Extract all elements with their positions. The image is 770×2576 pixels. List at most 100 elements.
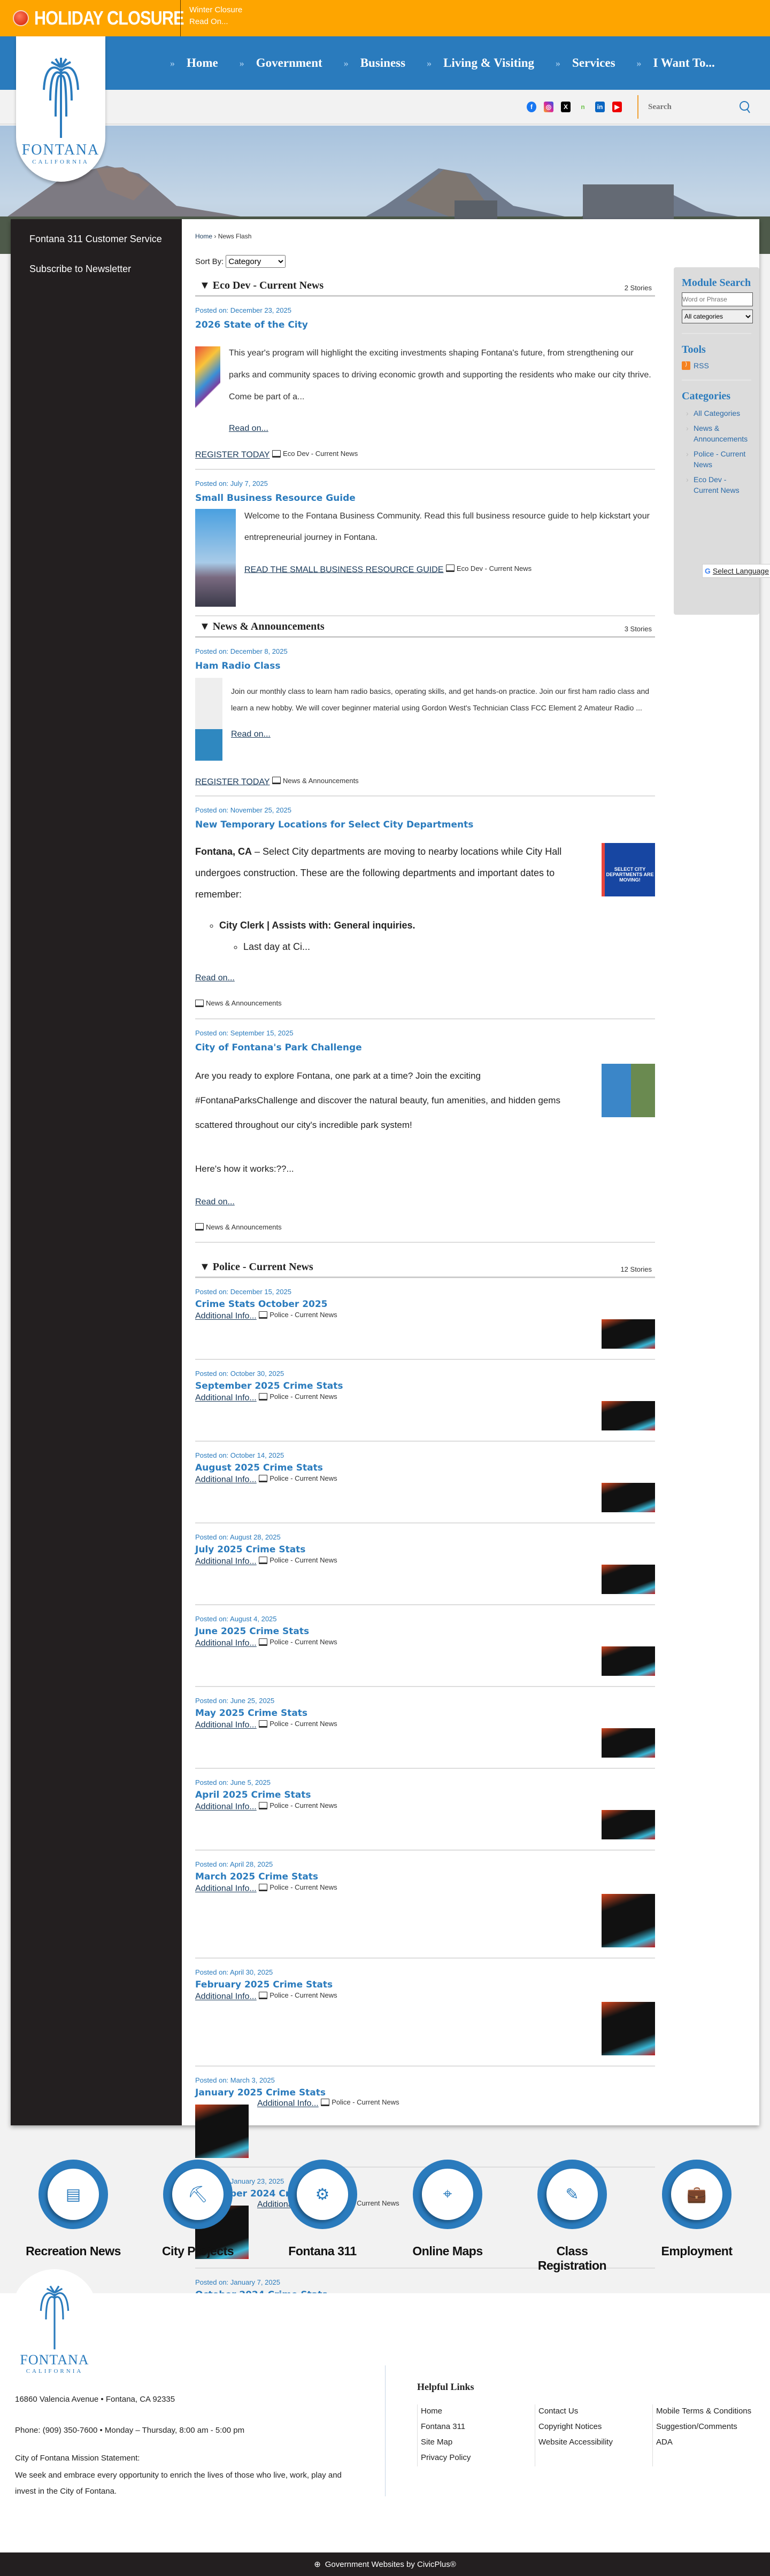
police-report-thumbnail[interactable] (602, 1401, 655, 1430)
category-link[interactable]: Police - Current News (682, 448, 751, 470)
instagram-icon[interactable]: ◎ (544, 102, 553, 112)
nav-item[interactable]: » Business (344, 56, 405, 70)
additional-info-link[interactable]: Additional Info... (195, 1803, 257, 1812)
additional-info-link[interactable]: Additional Info... (195, 1475, 257, 1484)
ham-radio-thumbnail[interactable] (195, 677, 222, 761)
footer-link[interactable]: Contact Us (538, 2404, 652, 2418)
police-report-thumbnail[interactable] (602, 1894, 655, 1947)
news-title-link[interactable]: January 2025 Crime Stats (195, 2087, 655, 2098)
civicplus-credit[interactable]: ⊕ Government Websites by CivicPlus® (0, 2552, 770, 2576)
category-filter-select[interactable]: All categories (682, 310, 753, 323)
quick-link[interactable]: ✎ Class Registration (524, 2160, 620, 2273)
register-today-link[interactable]: REGISTER TODAY (195, 777, 270, 786)
quick-link[interactable]: 💼 Employment (649, 2160, 745, 2258)
youtube-icon[interactable]: ▶ (612, 102, 622, 112)
footer-link[interactable]: Website Accessibility (538, 2435, 652, 2449)
police-report-thumbnail[interactable] (602, 1646, 655, 1676)
police-report-thumbnail[interactable] (602, 2002, 655, 2055)
news-title-link[interactable]: March 2025 Crime Stats (195, 1871, 655, 1882)
search-icon[interactable] (739, 100, 751, 113)
read-on-link[interactable]: Read on... (231, 730, 271, 739)
business-guide-thumbnail[interactable] (195, 508, 236, 607)
additional-info-link[interactable]: Additional Info... (195, 1884, 257, 1893)
module-search-input[interactable] (682, 292, 753, 306)
additional-info-link[interactable]: Additional Info... (195, 1312, 257, 1321)
site-logo[interactable]: FONTANA CALIFORNIA (16, 36, 105, 182)
breadcrumb-home[interactable]: Home (195, 233, 212, 240)
news-title-link[interactable]: Ham Radio Class (195, 661, 655, 671)
category-link[interactable]: Eco Dev - Current News (682, 474, 751, 496)
sort-select[interactable]: Category (226, 255, 286, 268)
footer-link[interactable]: Site Map (421, 2435, 535, 2449)
park-challenge-thumbnail[interactable] (602, 1063, 655, 1117)
footer-link[interactable]: Home (421, 2404, 535, 2418)
news-title-link[interactable]: September 2025 Crime Stats (195, 1381, 655, 1391)
news-title-link[interactable]: 2026 State of the City (195, 320, 655, 330)
footer-link[interactable]: ADA (656, 2435, 770, 2449)
nav-item[interactable]: » Government (240, 56, 322, 70)
post-date: Posted on: June 5, 2025 (195, 1778, 271, 1786)
alert-message[interactable]: Winter Closure Read On... (189, 4, 242, 28)
news-title-link[interactable]: Small Business Resource Guide (195, 493, 655, 504)
nav-item[interactable]: » Home (170, 56, 218, 70)
category-header-eco-dev[interactable]: ▼ Eco Dev - Current News 2 Stories (195, 280, 655, 297)
quick-link[interactable]: ⌖ Online Maps (399, 2160, 496, 2258)
news-title-link[interactable]: May 2025 Crime Stats (195, 1708, 655, 1719)
category-header-news[interactable]: ▼ News & Announcements 3 Stories (195, 621, 655, 638)
footer-link[interactable]: Mobile Terms & Conditions (656, 2404, 770, 2418)
nav-item[interactable]: » I Want To... (637, 56, 715, 70)
register-today-link[interactable]: REGISTER TODAY (195, 451, 270, 460)
linkedin-icon[interactable]: in (595, 102, 605, 112)
additional-info-link[interactable]: Additional Info... (195, 1639, 257, 1648)
facebook-icon[interactable]: f (527, 102, 536, 112)
footer-link[interactable]: Privacy Policy (421, 2451, 535, 2465)
police-report-thumbnail[interactable] (602, 1319, 655, 1349)
news-title-link[interactable]: July 2025 Crime Stats (195, 1544, 655, 1555)
resource-guide-link[interactable]: READ THE SMALL BUSINESS RESOURCE GUIDE (244, 565, 444, 574)
sidebar-item-fontana-311[interactable]: Fontana 311 Customer Service (11, 232, 182, 246)
quick-link[interactable]: ⛏ City Projects (150, 2160, 246, 2258)
news-title-link[interactable]: Crime Stats October 2025 (195, 1299, 655, 1310)
additional-info-link[interactable]: Additional Info... (195, 1557, 257, 1566)
category-link[interactable]: News & Announcements (682, 423, 751, 444)
post-date: Posted on: August 4, 2025 (195, 1615, 277, 1623)
rss-link[interactable]: ) RSS (682, 361, 751, 370)
state-of-city-thumbnail[interactable] (195, 346, 220, 408)
police-report-thumbnail[interactable] (602, 1565, 655, 1594)
news-title-link[interactable]: June 2025 Crime Stats (195, 1626, 655, 1637)
footer-logo[interactable]: FONTANA CALIFORNIA (12, 2269, 97, 2392)
category-header-police[interactable]: ▼ Police - Current News 12 Stories (195, 1261, 655, 1278)
footer-link[interactable]: Fontana 311 (421, 2420, 535, 2434)
news-title-link[interactable]: August 2025 Crime Stats (195, 1463, 655, 1473)
news-title-link[interactable]: February 2025 Crime Stats (195, 1979, 655, 1990)
nextdoor-icon[interactable]: n (578, 102, 588, 112)
footer-link[interactable]: Suggestion/Comments (656, 2420, 770, 2434)
news-title-link[interactable]: New Temporary Locations for Select City … (195, 819, 655, 830)
nav-item[interactable]: » Living & Visiting (427, 56, 534, 70)
category-link[interactable]: All Categories (682, 408, 751, 419)
sidebar-item-newsletter[interactable]: Subscribe to Newsletter (11, 262, 182, 276)
read-on-link[interactable]: Read on... (195, 973, 235, 983)
quick-link[interactable]: ▤ Recreation News (25, 2160, 121, 2258)
footer-link[interactable]: Copyright Notices (538, 2420, 652, 2434)
additional-info-link[interactable]: Additional Info... (195, 1992, 257, 2001)
additional-info-link[interactable]: Additional Info... (195, 1721, 257, 1730)
police-report-thumbnail[interactable] (195, 2105, 249, 2158)
alert-read-on[interactable]: Read On... (189, 16, 242, 28)
police-report-thumbnail[interactable] (602, 1728, 655, 1758)
read-on-link[interactable]: Read on... (195, 1197, 235, 1207)
alert-banner[interactable]: HOLIDAY CLOSURE Winter Closure Read On..… (0, 0, 770, 36)
search-input[interactable] (648, 102, 739, 112)
read-on-link[interactable]: Read on... (229, 424, 268, 434)
police-report-thumbnail[interactable] (602, 1483, 655, 1512)
quick-link[interactable]: ⚙ Fontana 311 (274, 2160, 371, 2258)
additional-info-link[interactable]: Additional Info... (257, 2099, 319, 2108)
departments-moving-thumbnail[interactable]: SELECT CITY DEPARTMENTS ARE MOVING! (602, 843, 655, 896)
police-report-thumbnail[interactable] (602, 1810, 655, 1839)
nav-item[interactable]: » Services (556, 56, 615, 70)
news-title-link[interactable]: City of Fontana's Park Challenge (195, 1042, 655, 1053)
news-title-link[interactable]: April 2025 Crime Stats (195, 1790, 655, 1800)
x-icon[interactable]: X (561, 102, 571, 112)
additional-info-link[interactable]: Additional Info... (195, 1394, 257, 1403)
google-translate[interactable]: G Select Language (702, 564, 770, 578)
